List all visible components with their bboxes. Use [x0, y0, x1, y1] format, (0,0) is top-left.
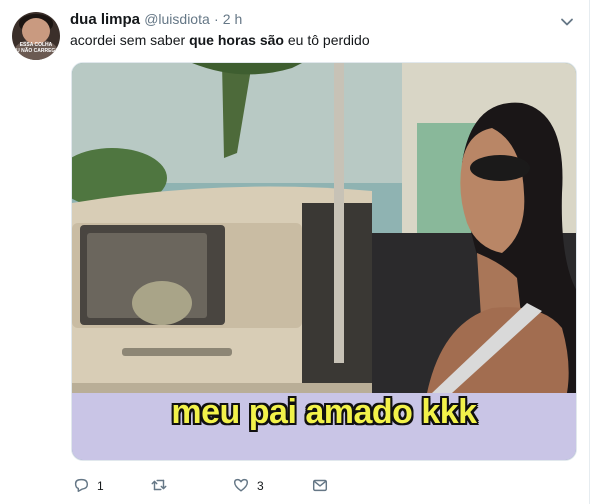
chevron-down-icon[interactable] — [559, 14, 575, 30]
tweet-actions: 1 3 — [72, 476, 372, 496]
tweet-header: dua limpa @luisdiota · 2 h — [70, 11, 242, 28]
retweet-icon — [150, 476, 168, 497]
tweet-media[interactable]: meu pai amado kkk — [71, 62, 577, 461]
envelope-icon — [311, 476, 329, 497]
timestamp[interactable]: 2 h — [223, 11, 242, 27]
avatar-face — [22, 18, 50, 44]
reply-icon — [72, 476, 90, 497]
like-button[interactable]: 3 — [232, 476, 264, 496]
display-name[interactable]: dua limpa — [70, 11, 140, 28]
avatar[interactable]: ESSA COLHA EU NÃO CARREGO — [12, 12, 60, 60]
separator-dot: · — [213, 11, 219, 27]
direct-message-button[interactable] — [311, 476, 329, 496]
user-handle[interactable]: @luisdiota — [144, 11, 210, 27]
media-caption: meu pai amado kkk — [171, 393, 477, 431]
like-count: 3 — [257, 479, 264, 493]
tweet-text: acordei sem saber que horas são eu tô pe… — [70, 32, 370, 48]
tweet-text-bold: que horas são — [189, 32, 284, 48]
reply-button[interactable]: 1 — [72, 476, 104, 496]
avatar-caption: ESSA COLHA EU NÃO CARREGO — [12, 42, 60, 54]
tweet-text-after: eu tô perdido — [283, 32, 370, 48]
tweet-text-before: acordei sem saber — [70, 32, 190, 48]
retweet-button[interactable] — [150, 476, 175, 496]
reply-count: 1 — [97, 479, 104, 493]
tweet-card[interactable]: ESSA COLHA EU NÃO CARREGO dua limpa @lui… — [0, 0, 590, 504]
heart-icon — [232, 476, 250, 497]
